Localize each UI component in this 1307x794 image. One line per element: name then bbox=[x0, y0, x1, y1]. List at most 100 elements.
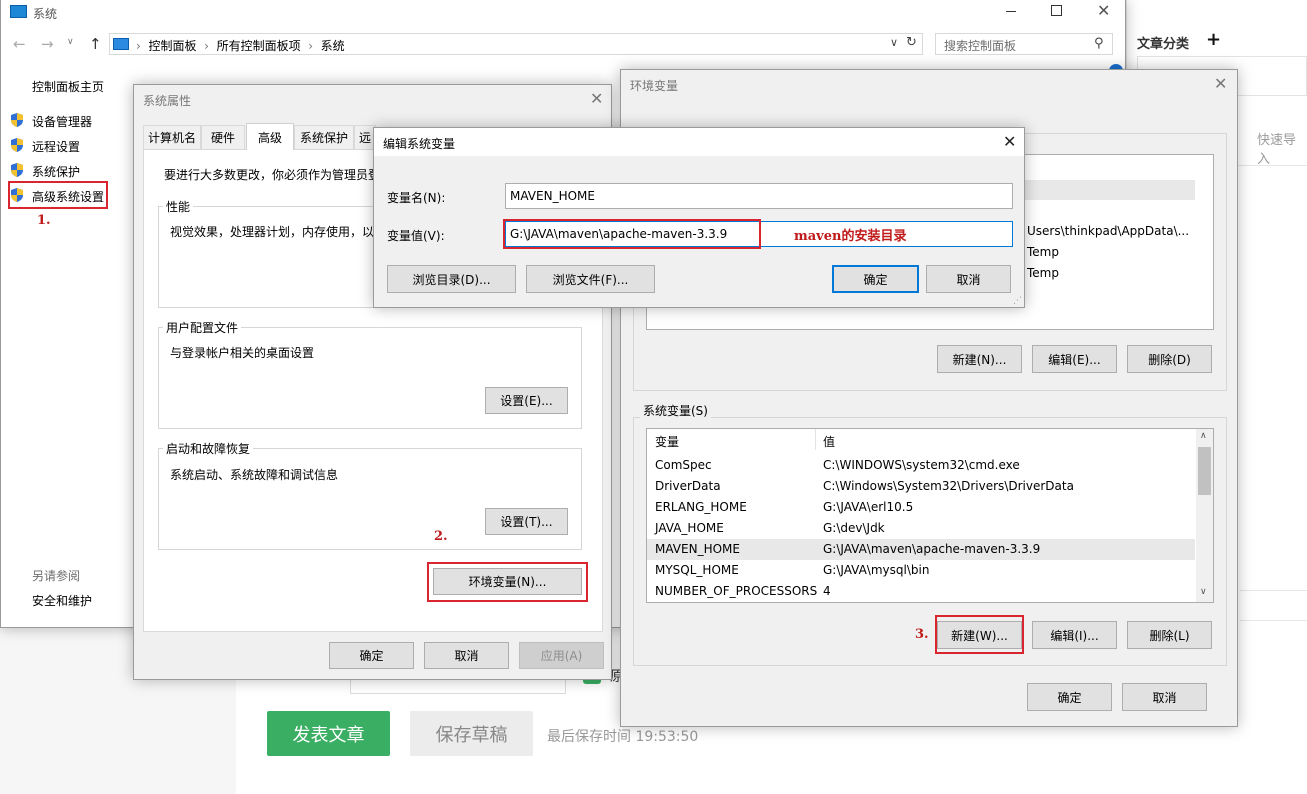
address-dropdown-icon[interactable]: ∨ bbox=[890, 36, 898, 49]
system-delete-button[interactable]: 删除(L) bbox=[1127, 621, 1212, 649]
ok-button[interactable]: 确定 bbox=[1027, 683, 1112, 711]
variable-name-cell: NUMBER_OF_PROCESSORS bbox=[655, 584, 818, 598]
cancel-button[interactable]: 取消 bbox=[1122, 683, 1207, 711]
address-bar[interactable]: › 控制面板 › 所有控制面板项 › 系统 ∨ ↻ bbox=[109, 33, 923, 55]
column-divider bbox=[815, 429, 816, 450]
search-input[interactable]: 搜索控制面板 bbox=[944, 37, 1016, 54]
nav-item-label: 远程设置 bbox=[32, 140, 81, 154]
ok-button[interactable]: 确定 bbox=[329, 642, 414, 669]
variable-value-cell: G:\JAVA\erl10.5 bbox=[823, 500, 914, 514]
user-new-button[interactable]: 新建(N)... bbox=[937, 345, 1022, 373]
scroll-up-icon[interactable]: ∧ bbox=[1200, 431, 1207, 441]
minimize-icon[interactable] bbox=[1006, 11, 1016, 12]
control-panel-home-link[interactable]: 控制面板主页 bbox=[32, 78, 104, 95]
tab-advanced[interactable]: 高级 bbox=[246, 123, 294, 150]
user-delete-button[interactable]: 删除(D) bbox=[1127, 345, 1212, 373]
scroll-down-icon[interactable]: ∨ bbox=[1200, 587, 1207, 597]
user-var-value: Users\thinkpad\AppData\... bbox=[1027, 224, 1190, 238]
variable-value-cell: C:\Windows\System32\Drivers\DriverData bbox=[823, 479, 1074, 493]
user-edit-button[interactable]: 编辑(E)... bbox=[1032, 345, 1117, 373]
variable-value-text: G:\JAVA\maven\apache-maven-3.3.9 bbox=[510, 227, 728, 241]
maximize-icon[interactable] bbox=[1051, 5, 1062, 16]
table-row[interactable]: NUMBER_OF_PROCESSORS 4 bbox=[647, 581, 1195, 602]
variable-name-field[interactable]: MAVEN_HOME bbox=[505, 183, 1013, 209]
variable-value-label: 变量值(V): bbox=[387, 229, 445, 243]
dialog-title: 系统属性 bbox=[143, 94, 192, 108]
breadcrumb-sep-icon: › bbox=[136, 39, 145, 53]
system-new-button[interactable]: 新建(W)... bbox=[937, 621, 1022, 649]
system-edit-button[interactable]: 编辑(I)... bbox=[1032, 621, 1117, 649]
nav-item-device-manager[interactable]: 设备管理器 bbox=[9, 112, 119, 132]
breadcrumb-sep-icon: › bbox=[304, 39, 317, 53]
scroll-thumb[interactable] bbox=[1198, 447, 1211, 495]
column-header-variable[interactable]: 变量 bbox=[655, 433, 679, 450]
tab-system-protection[interactable]: 系统保护 bbox=[294, 125, 354, 149]
search-icon[interactable]: ⚲ bbox=[1094, 36, 1104, 51]
tab-computer-name[interactable]: 计算机名 bbox=[143, 125, 201, 149]
recent-chevron-icon[interactable]: ∨ bbox=[67, 37, 74, 47]
publish-button[interactable]: 发表文章 bbox=[267, 711, 390, 756]
user-profiles-settings-button[interactable]: 设置(E)... bbox=[485, 387, 568, 414]
plus-icon[interactable]: + bbox=[1206, 29, 1221, 50]
table-row[interactable]: ERLANG_HOME G:\JAVA\erl10.5 bbox=[647, 497, 1195, 518]
close-icon[interactable]: ✕ bbox=[590, 91, 603, 107]
system-variables-table[interactable]: 变量 值 ComSpec C:\WINDOWS\system32\cmd.exe… bbox=[646, 428, 1214, 603]
variable-name-value: MAVEN_HOME bbox=[510, 189, 595, 203]
save-draft-button[interactable]: 保存草稿 bbox=[410, 711, 533, 756]
variable-name-cell: DriverData bbox=[655, 479, 721, 493]
quick-import-link[interactable]: 快速导入 bbox=[1257, 129, 1307, 167]
browse-file-button[interactable]: 浏览文件(F)... bbox=[526, 265, 655, 293]
breadcrumb: › 控制面板 › 所有控制面板项 › 系统 bbox=[136, 37, 345, 54]
forward-arrow-icon[interactable]: → bbox=[41, 35, 54, 53]
variable-value-cell: G:\JAVA\maven\apache-maven-3.3.9 bbox=[823, 542, 1041, 556]
nav-item-advanced-settings[interactable]: 高级系统设置 bbox=[9, 187, 109, 207]
variable-value-field[interactable]: G:\JAVA\maven\apache-maven-3.3.9 bbox=[505, 221, 1013, 247]
startup-recovery-title: 启动和故障恢复 bbox=[163, 440, 254, 457]
column-header-value[interactable]: 值 bbox=[823, 433, 835, 450]
variable-value-cell: G:\dev\Jdk bbox=[823, 521, 885, 535]
close-icon[interactable]: ✕ bbox=[1214, 76, 1227, 92]
variable-value-cell: 4 bbox=[823, 584, 831, 598]
ok-button[interactable]: 确定 bbox=[832, 265, 919, 293]
tab-hardware[interactable]: 硬件 bbox=[201, 125, 245, 149]
up-arrow-icon[interactable]: ↑ bbox=[89, 35, 102, 53]
apply-button[interactable]: 应用(A) bbox=[519, 642, 604, 669]
uac-shield-icon bbox=[11, 138, 23, 152]
system-variables-title: 系统变量(S) bbox=[640, 402, 711, 419]
performance-description: 视觉效果，处理器计划，内存使用，以 bbox=[170, 225, 375, 239]
cancel-button[interactable]: 取消 bbox=[424, 642, 509, 669]
uac-shield-icon bbox=[11, 188, 23, 202]
security-maintenance-link[interactable]: 安全和维护 bbox=[32, 592, 92, 609]
search-box[interactable]: 搜索控制面板 ⚲ bbox=[935, 33, 1113, 55]
uac-shield-icon bbox=[11, 163, 23, 177]
breadcrumb-item[interactable]: 系统 bbox=[321, 39, 345, 53]
user-profiles-description: 与登录帐户相关的桌面设置 bbox=[170, 346, 315, 360]
edit-system-variable-dialog: 编辑系统变量 ✕ 变量名(N): MAVEN_HOME 变量值(V): G:\J… bbox=[373, 127, 1025, 308]
resize-grip-icon[interactable]: ⋰ bbox=[1013, 296, 1022, 306]
close-icon[interactable]: ✕ bbox=[1003, 134, 1016, 150]
environment-variables-button[interactable]: 环境变量(N)... bbox=[433, 568, 582, 595]
last-saved-text: 最后保存时间 19:53:50 bbox=[547, 729, 699, 745]
performance-title: 性能 bbox=[163, 198, 194, 215]
breadcrumb-item[interactable]: 控制面板 bbox=[148, 39, 196, 53]
nav-item-remote-settings[interactable]: 远程设置 bbox=[9, 137, 119, 157]
nav-item-system-protection[interactable]: 系统保护 bbox=[9, 162, 119, 182]
close-icon[interactable]: ✕ bbox=[1097, 3, 1110, 19]
table-row[interactable]: ComSpec C:\WINDOWS\system32\cmd.exe bbox=[647, 455, 1195, 476]
user-var-value: Temp bbox=[1027, 266, 1059, 280]
vertical-scrollbar[interactable]: ∧ ∨ bbox=[1196, 429, 1213, 602]
breadcrumb-item[interactable]: 所有控制面板项 bbox=[217, 39, 301, 53]
table-row[interactable]: MYSQL_HOME G:\JAVA\mysql\bin bbox=[647, 560, 1195, 581]
variable-name-cell: MAVEN_HOME bbox=[655, 542, 740, 556]
table-row[interactable]: DriverData C:\Windows\System32\Drivers\D… bbox=[647, 476, 1195, 497]
refresh-icon[interactable]: ↻ bbox=[906, 35, 917, 50]
annotation-step-2: 2. bbox=[434, 529, 448, 544]
variable-name-cell: ComSpec bbox=[655, 458, 712, 472]
table-row-selected[interactable]: MAVEN_HOME G:\JAVA\maven\apache-maven-3.… bbox=[647, 539, 1195, 560]
window-title: 系统 bbox=[33, 7, 58, 21]
browse-directory-button[interactable]: 浏览目录(D)... bbox=[387, 265, 516, 293]
table-row[interactable]: JAVA_HOME G:\dev\Jdk bbox=[647, 518, 1195, 539]
back-arrow-icon[interactable]: ← bbox=[13, 35, 26, 53]
startup-recovery-settings-button[interactable]: 设置(T)... bbox=[485, 508, 568, 535]
cancel-button[interactable]: 取消 bbox=[926, 265, 1011, 293]
